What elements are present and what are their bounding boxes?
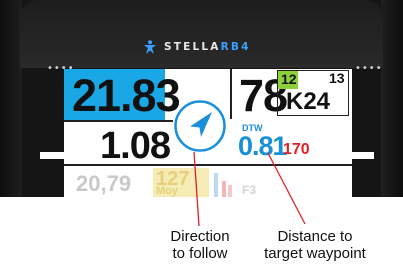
distance-callout: Distance to target waypoint (255, 228, 375, 262)
direction-callout-line2: to follow (172, 245, 228, 262)
direction-callout-line (193, 151, 200, 227)
direction-callout: Direction to follow (168, 228, 232, 262)
distance-callout-line1: Distance to (277, 228, 353, 245)
distance-callout-line (267, 152, 306, 225)
direction-callout-line1: Direction (170, 228, 230, 245)
distance-callout-line2: target waypoint (264, 245, 366, 262)
